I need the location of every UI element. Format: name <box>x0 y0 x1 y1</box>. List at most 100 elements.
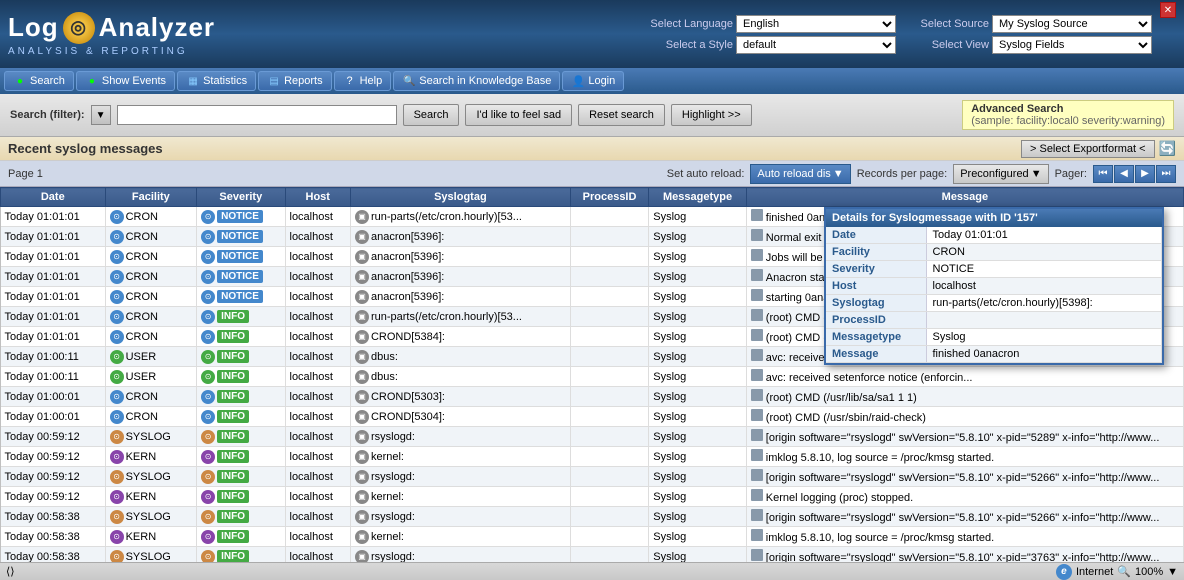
severity-badge: NOTICE <box>217 290 263 303</box>
message-icon <box>751 529 763 541</box>
search-filter-label: Search (filter): <box>10 109 85 121</box>
settings-row-source: Select Source My Syslog Source <box>899 15 1152 33</box>
cell-messagetype: Syslog <box>649 327 747 347</box>
feel-sad-button[interactable]: I'd like to feel sad <box>465 104 572 126</box>
col-message[interactable]: Message <box>746 188 1183 207</box>
table-row[interactable]: Today 00:59:12 ⊙ SYSLOG ⊙ INFO localhost… <box>1 427 1184 447</box>
table-row[interactable]: Today 00:58:38 ⊙ SYSLOG ⊙ INFO localhost… <box>1 507 1184 527</box>
severity-facility-icon: ⊙ <box>201 410 215 424</box>
pager-last-button[interactable]: ⏭ <box>1156 165 1176 183</box>
auto-reload-button[interactable]: Auto reload dis ▼ <box>750 164 850 184</box>
preconfigured-button[interactable]: Preconfigured ▼ <box>953 164 1048 184</box>
search-nav-button[interactable]: ● Search <box>4 71 74 91</box>
search-nav-icon: ● <box>13 74 27 88</box>
syslogtag-icon: ▣ <box>355 450 369 464</box>
syslogtag-icon: ▣ <box>355 370 369 384</box>
table-row[interactable]: Today 01:00:11 ⊙ USER ⊙ INFO localhost ▣… <box>1 367 1184 387</box>
cell-processid <box>570 387 648 407</box>
source-select[interactable]: My Syslog Source <box>992 15 1152 33</box>
cell-severity: ⊙ INFO <box>197 427 285 447</box>
cell-host: localhost <box>285 307 350 327</box>
col-severity[interactable]: Severity <box>197 188 285 207</box>
knowledge-base-label: Search in Knowledge Base <box>419 75 551 87</box>
reports-button[interactable]: ▤ Reports <box>258 71 332 91</box>
export-format-button[interactable]: > Select Exportformat < <box>1021 140 1155 158</box>
pager-next-button[interactable]: ▶ <box>1135 165 1155 183</box>
cell-message: imklog 5.8.10, log source = /proc/kmsg s… <box>746 527 1183 547</box>
status-right: e Internet 🔍 100% ▼ <box>1056 564 1178 580</box>
col-date[interactable]: Date <box>1 188 106 207</box>
cell-syslogtag: ▣ CROND[5303]: <box>350 387 570 407</box>
cell-severity: ⊙ INFO <box>197 407 285 427</box>
login-button[interactable]: 👤 Login <box>562 71 624 91</box>
language-select[interactable]: English <box>736 15 896 33</box>
syslogtag-icon: ▣ <box>355 350 369 364</box>
style-select[interactable]: default <box>736 36 896 54</box>
highlight-button[interactable]: Highlight >> <box>671 104 752 126</box>
cell-facility: ⊙ CRON <box>105 327 197 347</box>
table-row[interactable]: Today 01:00:01 ⊙ CRON ⊙ INFO localhost ▣… <box>1 387 1184 407</box>
cell-date: Today 01:01:01 <box>1 267 106 287</box>
advanced-search-box: Advanced Search (sample: facility:local0… <box>962 100 1174 130</box>
facility-icon: ⊙ <box>110 330 124 344</box>
cell-severity: ⊙ INFO <box>197 507 285 527</box>
cell-host: localhost <box>285 407 350 427</box>
cell-date: Today 01:01:01 <box>1 207 106 227</box>
severity-badge: INFO <box>217 450 249 463</box>
col-processid[interactable]: ProcessID <box>570 188 648 207</box>
message-icon <box>751 389 763 401</box>
severity-facility-icon: ⊙ <box>201 370 215 384</box>
cell-host: localhost <box>285 327 350 347</box>
pager-first-button[interactable]: ⏮ <box>1093 165 1113 183</box>
help-button[interactable]: ? Help <box>334 71 392 91</box>
cell-messagetype: Syslog <box>649 367 747 387</box>
reset-search-button[interactable]: Reset search <box>578 104 665 126</box>
col-facility[interactable]: Facility <box>105 188 197 207</box>
severity-badge: INFO <box>217 370 249 383</box>
severity-badge: INFO <box>217 510 249 523</box>
col-syslogtag[interactable]: Syslogtag <box>350 188 570 207</box>
col-host[interactable]: Host <box>285 188 350 207</box>
cell-syslogtag: ▣ kernel: <box>350 447 570 467</box>
settings-row-language: Select Language English <box>643 15 896 33</box>
search-nav-label: Search <box>30 75 65 87</box>
help-icon: ? <box>343 74 357 88</box>
view-select[interactable]: Syslog Fields <box>992 36 1152 54</box>
cell-severity: ⊙ NOTICE <box>197 207 285 227</box>
cell-host: localhost <box>285 367 350 387</box>
show-events-button[interactable]: ● Show Events <box>76 71 175 91</box>
detail-row: ProcessID <box>826 312 1162 329</box>
pager-label: Pager: <box>1055 168 1087 180</box>
facility-icon: ⊙ <box>110 310 124 324</box>
search-input[interactable] <box>117 105 397 125</box>
status-bar: ⟨⟩ e Internet 🔍 100% ▼ <box>0 562 1184 580</box>
table-row[interactable]: Today 00:59:12 ⊙ SYSLOG ⊙ INFO localhost… <box>1 467 1184 487</box>
detail-table: Date Today 01:01:01 Facility CRON Severi… <box>826 227 1162 363</box>
message-icon <box>751 229 763 241</box>
cell-facility: ⊙ KERN <box>105 447 197 467</box>
facility-icon: ⊙ <box>110 370 124 384</box>
severity-badge: INFO <box>217 430 249 443</box>
knowledge-base-button[interactable]: 🔍 Search in Knowledge Base <box>393 71 560 91</box>
cell-facility: ⊙ CRON <box>105 307 197 327</box>
search-dropdown-button[interactable]: ▼ <box>91 105 111 125</box>
syslogtag-icon: ▣ <box>355 430 369 444</box>
export-icon[interactable]: 🔄 <box>1159 140 1176 157</box>
col-messagetype[interactable]: Messagetype <box>649 188 747 207</box>
window-close-button[interactable]: ✕ <box>1160 2 1176 18</box>
detail-field-value: Today 01:01:01 <box>926 227 1162 244</box>
cell-date: Today 00:59:12 <box>1 487 106 507</box>
pager-prev-button[interactable]: ◀ <box>1114 165 1134 183</box>
statistics-button[interactable]: ▦ Statistics <box>177 71 256 91</box>
cell-severity: ⊙ INFO <box>197 447 285 467</box>
table-row[interactable]: Today 01:00:01 ⊙ CRON ⊙ INFO localhost ▣… <box>1 407 1184 427</box>
table-row[interactable]: Today 00:59:12 ⊙ KERN ⊙ INFO localhost ▣… <box>1 487 1184 507</box>
facility-icon: ⊙ <box>110 410 124 424</box>
search-button[interactable]: Search <box>403 104 460 126</box>
cell-host: localhost <box>285 487 350 507</box>
facility-icon: ⊙ <box>110 350 124 364</box>
table-row[interactable]: Today 00:58:38 ⊙ KERN ⊙ INFO localhost ▣… <box>1 527 1184 547</box>
cell-message: Kernel logging (proc) stopped. <box>746 487 1183 507</box>
table-row[interactable]: Today 00:59:12 ⊙ KERN ⊙ INFO localhost ▣… <box>1 447 1184 467</box>
advanced-search-hint: (sample: facility:local0 severity:warnin… <box>971 115 1165 127</box>
